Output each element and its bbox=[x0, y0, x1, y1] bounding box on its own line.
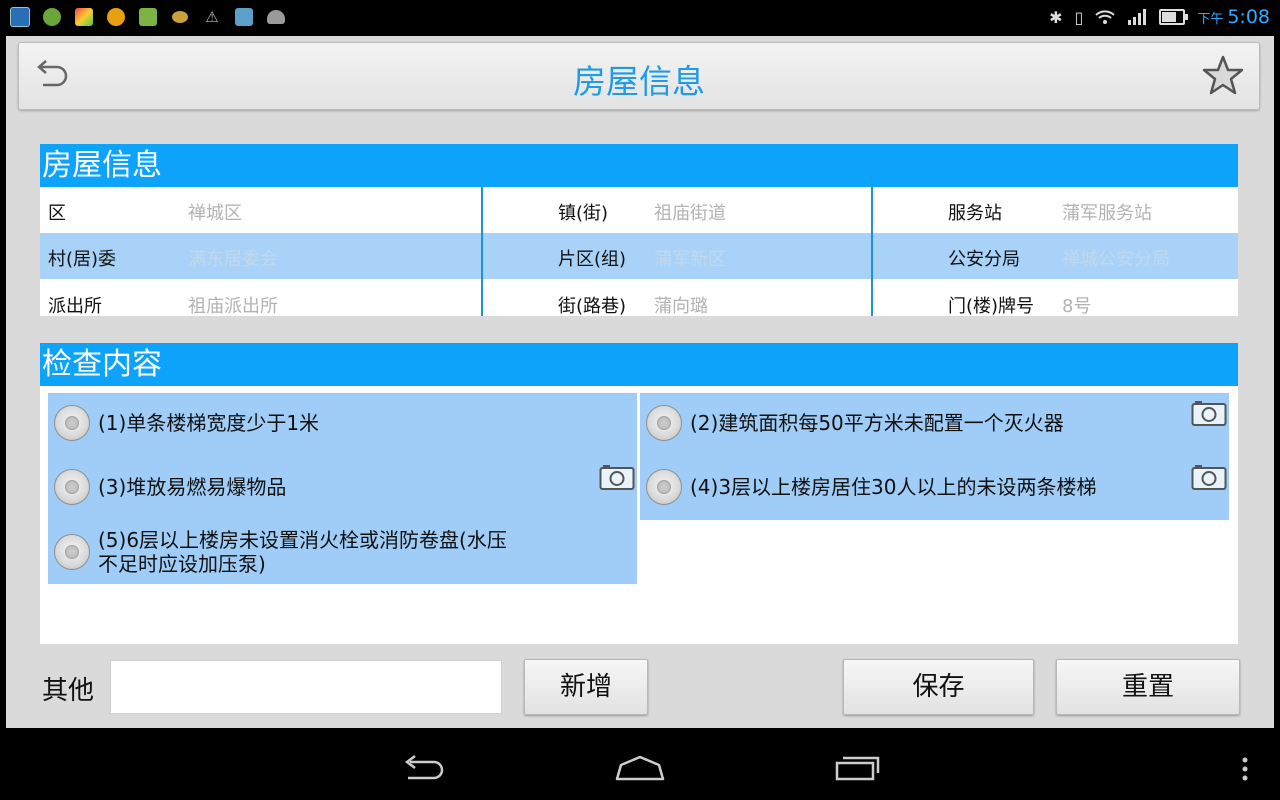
status-bar: ⚠ ✱ ▯ 下午 5:08 bbox=[0, 0, 1280, 33]
warning-icon: ⚠ bbox=[205, 8, 219, 26]
app-icon bbox=[234, 7, 254, 27]
app-icon bbox=[170, 7, 190, 27]
favorite-button[interactable] bbox=[1201, 53, 1245, 97]
add-button[interactable]: 新增 bbox=[524, 659, 648, 715]
field-label-police-bureau: 公安分局 bbox=[948, 249, 1020, 270]
field-value-committee: 满东居委会 bbox=[188, 249, 278, 270]
wifi-icon bbox=[1095, 10, 1116, 24]
android-icon bbox=[266, 7, 286, 27]
inspection-item-3[interactable]: (3)堆放易燃易爆物品 bbox=[54, 469, 286, 505]
clock: 5:08 bbox=[1227, 6, 1270, 28]
app-window: 房屋信息 房屋信息 区 禅城区 镇(街) 祖庙街道 服务站 蒲军服务站 村(居)… bbox=[6, 36, 1274, 728]
page-title: 房屋信息 bbox=[573, 62, 705, 101]
time-ampm: 下午 bbox=[1197, 11, 1224, 27]
field-value-door-number: 8号 bbox=[1062, 296, 1092, 317]
bluetooth-icon: ✱ bbox=[1049, 7, 1063, 27]
inspection-item-1[interactable]: (1)单条楼梯宽度少于1米 bbox=[54, 405, 319, 441]
save-button[interactable]: 保存 bbox=[843, 659, 1034, 715]
house-info-header: 房屋信息 bbox=[40, 144, 1238, 187]
field-label-police-station: 派出所 bbox=[48, 296, 102, 317]
nav-back-icon[interactable] bbox=[398, 753, 448, 783]
app-icon bbox=[74, 7, 94, 27]
inspection-column-left: (1)单条楼梯宽度少于1米 (3)堆放易燃易爆物品 (5)6层以上楼房未设置消火… bbox=[48, 393, 637, 584]
radio-button[interactable] bbox=[646, 469, 682, 505]
field-label-street: 街(路巷) bbox=[558, 296, 627, 317]
inspection-item-label: (2)建筑面积每50平方米未配置一个灭火器 bbox=[690, 411, 1064, 435]
field-label-area: 片区(组) bbox=[558, 249, 627, 270]
field-label-committee: 村(居)委 bbox=[48, 249, 117, 270]
star-icon bbox=[1202, 55, 1244, 95]
field-label-door-number: 门(楼)牌号 bbox=[948, 296, 1035, 317]
inspection-list: (1)单条楼梯宽度少于1米 (3)堆放易燃易爆物品 (5)6层以上楼房未设置消火… bbox=[40, 386, 1238, 644]
system-status: ✱ ▯ 下午 5:08 bbox=[1049, 4, 1270, 30]
vibrate-icon: ▯ bbox=[1074, 7, 1084, 27]
column-divider bbox=[481, 187, 483, 316]
table-row: 区 禅城区 镇(街) 祖庙街道 服务站 蒲军服务站 bbox=[40, 187, 1238, 233]
battery-icon bbox=[1159, 9, 1189, 25]
table-row: 村(居)委 满东居委会 片区(组) 蒲军新区 公安分局 禅城公安分局 bbox=[40, 233, 1238, 279]
reset-button[interactable]: 重置 bbox=[1056, 659, 1240, 715]
radio-button[interactable] bbox=[54, 405, 90, 441]
nav-recent-apps-icon[interactable] bbox=[832, 753, 882, 783]
navigation-bar bbox=[0, 735, 1280, 800]
inspection-item-label-line2: 不足时应设加压泵) bbox=[98, 552, 266, 576]
inspection-item-label: (4)3层以上楼房居住30人以上的未设两条楼梯 bbox=[690, 475, 1097, 499]
inspection-item-label: (5)6层以上楼房未设置消火栓或消防卷盘(水压 不足时应设加压泵) bbox=[98, 528, 507, 576]
overflow-menu-icon[interactable] bbox=[1238, 757, 1252, 783]
signal-icon bbox=[1128, 9, 1147, 25]
field-value-police-bureau: 禅城公安分局 bbox=[1062, 249, 1170, 270]
radio-button[interactable] bbox=[646, 405, 682, 441]
app-icon bbox=[10, 7, 30, 27]
camera-icon[interactable] bbox=[1191, 463, 1227, 491]
field-value-police-station: 祖庙派出所 bbox=[188, 296, 278, 317]
inspection-item-label: (1)单条楼梯宽度少于1米 bbox=[98, 411, 320, 435]
field-value-street: 蒲向璐 bbox=[654, 296, 708, 317]
field-label-service-station: 服务站 bbox=[948, 203, 1002, 224]
field-label-district: 区 bbox=[48, 203, 66, 224]
field-value-town: 祖庙街道 bbox=[654, 203, 726, 224]
inspection-item-4[interactable]: (4)3层以上楼房居住30人以上的未设两条楼梯 bbox=[646, 469, 1097, 505]
inspection-item-2[interactable]: (2)建筑面积每50平方米未配置一个灭火器 bbox=[646, 405, 1064, 441]
inspection-item-label-line1: (5)6层以上楼房未设置消火栓或消防卷盘(水压 bbox=[98, 528, 507, 552]
title-bar: 房屋信息 bbox=[18, 42, 1260, 110]
other-input[interactable] bbox=[110, 660, 502, 714]
radio-button[interactable] bbox=[54, 534, 90, 570]
camera-icon[interactable] bbox=[599, 463, 635, 491]
radio-button[interactable] bbox=[54, 469, 90, 505]
field-label-town: 镇(街) bbox=[558, 203, 609, 224]
notification-icons: ⚠ bbox=[10, 6, 286, 28]
field-value-service-station: 蒲军服务站 bbox=[1062, 203, 1152, 224]
other-label: 其他 bbox=[42, 676, 95, 706]
field-value-area: 蒲军新区 bbox=[654, 249, 726, 270]
camera-icon[interactable] bbox=[1191, 399, 1227, 427]
inspection-header: 检查内容 bbox=[40, 343, 1238, 386]
inspection-column-right: (2)建筑面积每50平方米未配置一个灭火器 (4)3层以上楼房居住30人以上的未… bbox=[640, 393, 1229, 520]
update-icon bbox=[106, 7, 126, 27]
nav-home-icon[interactable] bbox=[613, 753, 667, 783]
column-divider bbox=[871, 187, 873, 316]
app-icon bbox=[42, 7, 62, 27]
table-row: 派出所 祖庙派出所 街(路巷) 蒲向璐 门(楼)牌号 8号 bbox=[40, 280, 1238, 317]
inspection-item-5[interactable]: (5)6层以上楼房未设置消火栓或消防卷盘(水压 不足时应设加压泵) bbox=[54, 528, 507, 576]
field-value-district: 禅城区 bbox=[188, 203, 242, 224]
inspection-item-label: (3)堆放易燃易爆物品 bbox=[98, 475, 287, 499]
house-info-table: 区 禅城区 镇(街) 祖庙街道 服务站 蒲军服务站 村(居)委 满东居委会 片区… bbox=[40, 187, 1238, 317]
app-icon bbox=[138, 7, 158, 27]
